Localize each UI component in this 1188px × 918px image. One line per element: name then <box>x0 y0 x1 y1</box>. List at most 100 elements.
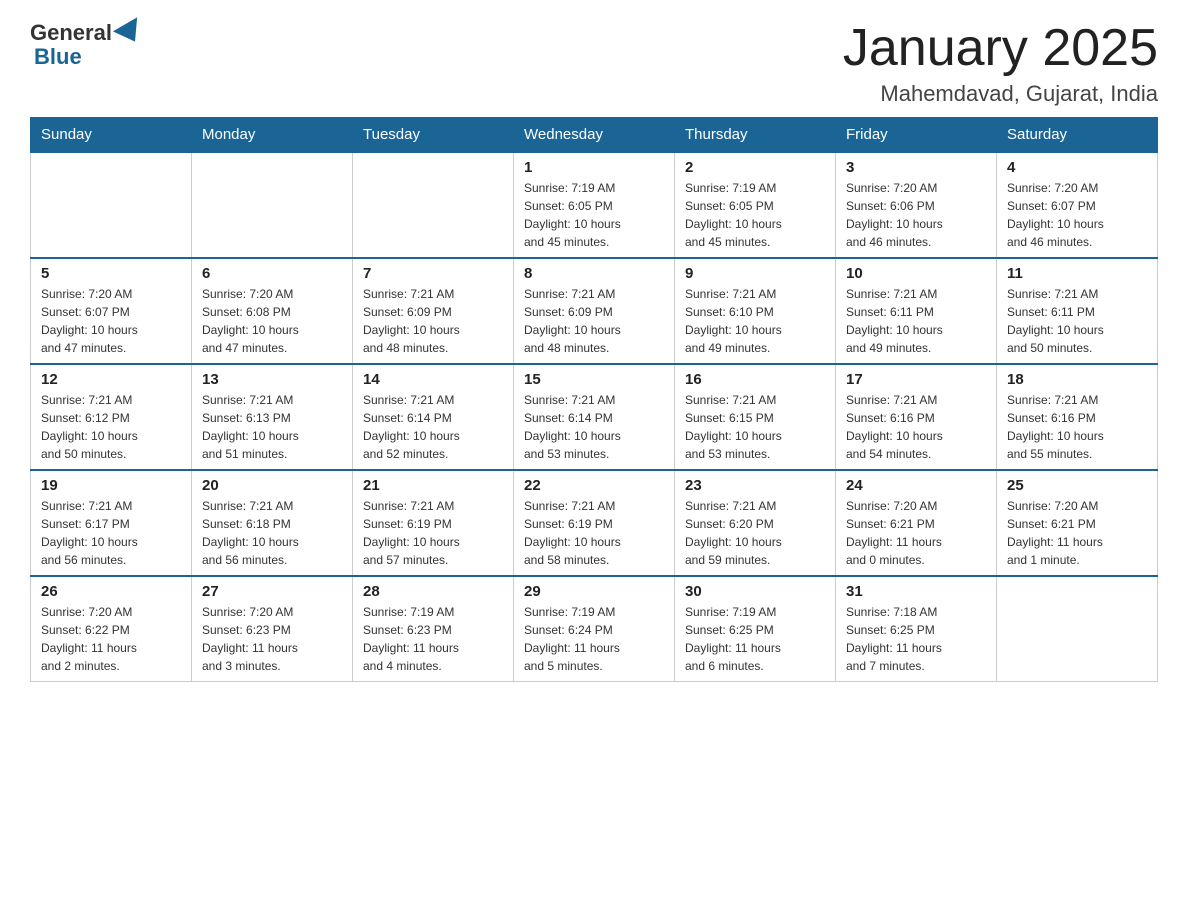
day-number: 11 <box>1007 265 1147 282</box>
day-info: Sunrise: 7:20 AM Sunset: 6:21 PM Dayligh… <box>846 497 986 569</box>
weekday-header-tuesday: Tuesday <box>353 118 514 153</box>
calendar-cell: 8 Sunrise: 7:21 AM Sunset: 6:09 PM Daylig… <box>514 258 675 364</box>
weekday-header-monday: Monday <box>192 118 353 153</box>
day-number: 15 <box>524 371 664 388</box>
calendar-cell: 19 Sunrise: 7:21 AM Sunset: 6:17 PM Dayli… <box>31 470 192 576</box>
calendar-cell: 12Sunrise: 7:21 AM Sunset: 6:12 PM Dayli… <box>31 364 192 470</box>
day-info: Sunrise: 7:21 AM Sunset: 6:12 PM Dayligh… <box>41 391 181 463</box>
day-info: Sunrise: 7:21 AM Sunset: 6:11 PM Dayligh… <box>846 285 986 357</box>
day-number: 4 <box>1007 159 1147 176</box>
day-number: 14 <box>363 371 503 388</box>
calendar-cell: 27Sunrise: 7:20 AM Sunset: 6:23 PM Dayli… <box>192 576 353 682</box>
calendar-week-row: 5 Sunrise: 7:20 AM Sunset: 6:07 PM Daylig… <box>31 258 1158 364</box>
day-info: Sunrise: 7:21 AM Sunset: 6:19 PM Dayligh… <box>363 497 503 569</box>
day-info: Sunrise: 7:21 AM Sunset: 6:17 PM Dayligh… <box>41 497 181 569</box>
day-number: 19 <box>41 477 181 494</box>
logo-general-text: General <box>30 20 112 46</box>
location-title: Mahemdavad, Gujarat, India <box>843 81 1158 107</box>
day-info: Sunrise: 7:19 AM Sunset: 6:23 PM Dayligh… <box>363 603 503 675</box>
weekday-header-saturday: Saturday <box>997 118 1158 153</box>
weekday-header-sunday: Sunday <box>31 118 192 153</box>
day-info: Sunrise: 7:20 AM Sunset: 6:07 PM Dayligh… <box>1007 179 1147 251</box>
day-info: Sunrise: 7:20 AM Sunset: 6:21 PM Dayligh… <box>1007 497 1147 569</box>
calendar-cell: 3Sunrise: 7:20 AM Sunset: 6:06 PM Daylig… <box>836 152 997 258</box>
day-number: 24 <box>846 477 986 494</box>
calendar-cell: 29Sunrise: 7:19 AM Sunset: 6:24 PM Dayli… <box>514 576 675 682</box>
calendar-cell: 4 Sunrise: 7:20 AM Sunset: 6:07 PM Daylig… <box>997 152 1158 258</box>
calendar-table: SundayMondayTuesdayWednesdayThursdayFrid… <box>30 117 1158 682</box>
day-info: Sunrise: 7:19 AM Sunset: 6:25 PM Dayligh… <box>685 603 825 675</box>
calendar-header-row: SundayMondayTuesdayWednesdayThursdayFrid… <box>31 118 1158 153</box>
day-number: 27 <box>202 583 342 600</box>
calendar-cell: 6 Sunrise: 7:20 AM Sunset: 6:08 PM Daylig… <box>192 258 353 364</box>
day-info: Sunrise: 7:20 AM Sunset: 6:07 PM Dayligh… <box>41 285 181 357</box>
calendar-cell: 21 Sunrise: 7:21 AM Sunset: 6:19 PM Dayli… <box>353 470 514 576</box>
day-number: 9 <box>685 265 825 282</box>
calendar-cell: 7 Sunrise: 7:21 AM Sunset: 6:09 PM Daylig… <box>353 258 514 364</box>
day-number: 6 <box>202 265 342 282</box>
day-info: Sunrise: 7:21 AM Sunset: 6:10 PM Dayligh… <box>685 285 825 357</box>
day-number: 30 <box>685 583 825 600</box>
calendar-cell: 22 Sunrise: 7:21 AM Sunset: 6:19 PM Dayli… <box>514 470 675 576</box>
calendar-cell: 18 Sunrise: 7:21 AM Sunset: 6:16 PM Dayli… <box>997 364 1158 470</box>
weekday-header-friday: Friday <box>836 118 997 153</box>
day-info: Sunrise: 7:19 AM Sunset: 6:05 PM Dayligh… <box>524 179 664 251</box>
calendar-cell: 30 Sunrise: 7:19 AM Sunset: 6:25 PM Dayli… <box>675 576 836 682</box>
logo: General Blue <box>30 20 144 70</box>
day-number: 23 <box>685 477 825 494</box>
weekday-header-thursday: Thursday <box>675 118 836 153</box>
day-number: 31 <box>846 583 986 600</box>
day-info: Sunrise: 7:21 AM Sunset: 6:19 PM Dayligh… <box>524 497 664 569</box>
weekday-header-wednesday: Wednesday <box>514 118 675 153</box>
day-info: Sunrise: 7:21 AM Sunset: 6:16 PM Dayligh… <box>846 391 986 463</box>
calendar-week-row: 19 Sunrise: 7:21 AM Sunset: 6:17 PM Dayli… <box>31 470 1158 576</box>
logo-blue-text: Blue <box>34 44 82 70</box>
day-info: Sunrise: 7:21 AM Sunset: 6:11 PM Dayligh… <box>1007 285 1147 357</box>
calendar-cell: 23 Sunrise: 7:21 AM Sunset: 6:20 PM Dayli… <box>675 470 836 576</box>
calendar-cell <box>31 152 192 258</box>
day-info: Sunrise: 7:21 AM Sunset: 6:13 PM Dayligh… <box>202 391 342 463</box>
calendar-cell: 1 Sunrise: 7:19 AM Sunset: 6:05 PM Daylig… <box>514 152 675 258</box>
day-number: 28 <box>363 583 503 600</box>
calendar-cell: 15 Sunrise: 7:21 AM Sunset: 6:14 PM Dayli… <box>514 364 675 470</box>
day-info: Sunrise: 7:21 AM Sunset: 6:18 PM Dayligh… <box>202 497 342 569</box>
day-info: Sunrise: 7:21 AM Sunset: 6:20 PM Dayligh… <box>685 497 825 569</box>
day-number: 10 <box>846 265 986 282</box>
day-number: 25 <box>1007 477 1147 494</box>
day-info: Sunrise: 7:20 AM Sunset: 6:08 PM Dayligh… <box>202 285 342 357</box>
calendar-cell: 14 Sunrise: 7:21 AM Sunset: 6:14 PM Dayli… <box>353 364 514 470</box>
calendar-cell: 17Sunrise: 7:21 AM Sunset: 6:16 PM Dayli… <box>836 364 997 470</box>
day-info: Sunrise: 7:21 AM Sunset: 6:09 PM Dayligh… <box>363 285 503 357</box>
calendar-week-row: 1 Sunrise: 7:19 AM Sunset: 6:05 PM Daylig… <box>31 152 1158 258</box>
day-number: 8 <box>524 265 664 282</box>
calendar-cell <box>353 152 514 258</box>
day-number: 29 <box>524 583 664 600</box>
calendar-cell: 5 Sunrise: 7:20 AM Sunset: 6:07 PM Daylig… <box>31 258 192 364</box>
calendar-cell <box>997 576 1158 682</box>
page-header: General Blue January 2025 Mahemdavad, Gu… <box>30 20 1158 107</box>
calendar-cell: 25 Sunrise: 7:20 AM Sunset: 6:21 PM Dayli… <box>997 470 1158 576</box>
day-number: 5 <box>41 265 181 282</box>
day-info: Sunrise: 7:21 AM Sunset: 6:16 PM Dayligh… <box>1007 391 1147 463</box>
calendar-cell: 31 Sunrise: 7:18 AM Sunset: 6:25 PM Dayli… <box>836 576 997 682</box>
day-info: Sunrise: 7:20 AM Sunset: 6:06 PM Dayligh… <box>846 179 986 251</box>
day-number: 1 <box>524 159 664 176</box>
day-number: 18 <box>1007 371 1147 388</box>
day-number: 21 <box>363 477 503 494</box>
day-info: Sunrise: 7:21 AM Sunset: 6:09 PM Dayligh… <box>524 285 664 357</box>
calendar-cell: 28 Sunrise: 7:19 AM Sunset: 6:23 PM Dayli… <box>353 576 514 682</box>
day-number: 20 <box>202 477 342 494</box>
calendar-cell: 9 Sunrise: 7:21 AM Sunset: 6:10 PM Daylig… <box>675 258 836 364</box>
day-info: Sunrise: 7:21 AM Sunset: 6:14 PM Dayligh… <box>524 391 664 463</box>
calendar-cell: 2Sunrise: 7:19 AM Sunset: 6:05 PM Daylig… <box>675 152 836 258</box>
day-number: 16 <box>685 371 825 388</box>
calendar-week-row: 12Sunrise: 7:21 AM Sunset: 6:12 PM Dayli… <box>31 364 1158 470</box>
day-number: 22 <box>524 477 664 494</box>
day-number: 2 <box>685 159 825 176</box>
calendar-cell: 13 Sunrise: 7:21 AM Sunset: 6:13 PM Dayli… <box>192 364 353 470</box>
day-info: Sunrise: 7:18 AM Sunset: 6:25 PM Dayligh… <box>846 603 986 675</box>
calendar-cell: 24 Sunrise: 7:20 AM Sunset: 6:21 PM Dayli… <box>836 470 997 576</box>
day-number: 13 <box>202 371 342 388</box>
day-info: Sunrise: 7:21 AM Sunset: 6:14 PM Dayligh… <box>363 391 503 463</box>
day-number: 7 <box>363 265 503 282</box>
